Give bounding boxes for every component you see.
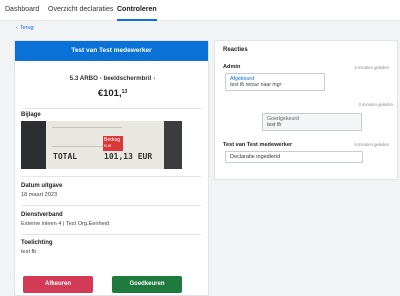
divider	[22, 205, 201, 206]
divider	[22, 234, 201, 235]
reaction-time: 3 minuten geleden	[358, 102, 393, 107]
item-name-link[interactable]: 5.3 ARBO - beeldschermbril ›	[15, 75, 208, 82]
reaction-time: 2 minuten geleden	[354, 65, 389, 70]
amount-highlight-label: Bedrag	[104, 137, 121, 143]
reactions-panel: Reacties Admin 2 minuten geleden Afgekeu…	[214, 40, 398, 180]
tab-overzicht-declaraties[interactable]: Overzicht declaraties	[48, 0, 113, 21]
receipt-total-value: 101,13 EUR	[104, 152, 153, 161]
receipt-image[interactable]: Bedrag EUR TOTAL 101,13 EUR	[21, 121, 182, 169]
divider	[22, 176, 201, 177]
reaction-bubble: Declaratie ingediend	[225, 151, 363, 163]
approve-button[interactable]: Goedkeuren	[112, 276, 182, 293]
reaction-bubble: Afgekeurd test fb retour naar mgr	[225, 73, 325, 91]
reaction-author: Admin	[223, 64, 241, 70]
top-navigation: Dashboard Overzicht declaraties Controle…	[0, 0, 400, 21]
reject-button[interactable]: Afkeuren	[23, 276, 93, 293]
card-header: Test van Test medewerker	[15, 41, 208, 61]
note-value: test fb	[21, 249, 37, 255]
note-label: Toelichting	[21, 240, 53, 246]
amount-highlight-sub: EUR	[104, 144, 112, 148]
reaction-text: test fb	[267, 122, 282, 128]
reaction-bubble: Goedgekeurd test fb	[262, 113, 362, 131]
reactions-title: Reacties	[223, 47, 248, 53]
amount: €101,13	[15, 88, 208, 99]
date-value: 18 maart 2023	[21, 192, 58, 198]
date-label: Datum uitgave	[21, 183, 63, 189]
reaction-time: 6 minuten geleden	[354, 142, 389, 147]
receipt-total-label: TOTAL	[53, 152, 78, 161]
reaction-author: Test van Test medewerker	[223, 142, 293, 148]
attachment-label: Bijlage	[21, 112, 41, 118]
tab-controleren[interactable]: Controleren	[117, 0, 157, 21]
amount-main: €101,	[97, 88, 122, 99]
reaction-text: test fb retour naar mgr	[230, 82, 282, 88]
chevron-right-icon: ›	[153, 75, 156, 82]
amount-cents: 13	[121, 89, 128, 95]
reaction-text: Declaratie ingediend	[230, 154, 281, 160]
employment-value: Externe inleen 4 | Test Org.Eenheid	[21, 221, 110, 227]
divider	[23, 108, 202, 109]
tab-dashboard[interactable]: Dashboard	[5, 0, 39, 21]
employment-label: Dienstverband	[21, 212, 63, 218]
back-link[interactable]: ‹ Terug	[16, 25, 34, 31]
item-name: 5.3 ARBO - beeldschermbril	[69, 75, 152, 82]
chevron-left-icon: ‹	[16, 25, 18, 31]
back-label: Terug	[19, 25, 34, 31]
